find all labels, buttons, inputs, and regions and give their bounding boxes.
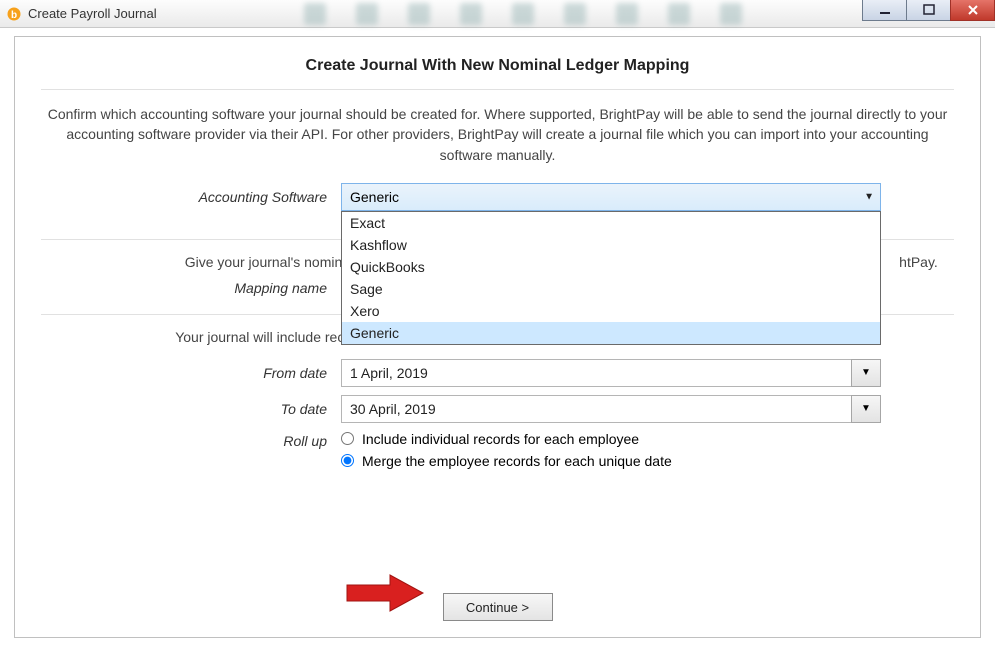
rollup-option-individual[interactable]: Include individual records for each empl…: [341, 431, 881, 447]
titlebar: b Create Payroll Journal: [0, 0, 995, 28]
mapping-text-right: htPay.: [897, 254, 938, 270]
chevron-down-icon: ▼: [861, 367, 871, 378]
continue-button[interactable]: Continue >: [443, 593, 553, 621]
to-date-field[interactable]: 30 April, 2019: [341, 395, 851, 423]
maximize-button[interactable]: [906, 0, 951, 21]
rollup-row: Roll up Include individual records for e…: [41, 431, 954, 475]
button-bar: Continue >: [15, 593, 980, 621]
rollup-label: Roll up: [41, 431, 341, 449]
chevron-down-icon: ▼: [864, 191, 874, 202]
rollup-option-label: Include individual records for each empl…: [362, 431, 639, 447]
dropdown-option[interactable]: Exact: [342, 212, 880, 234]
accounting-software-selected: Generic: [350, 189, 399, 205]
dialog-heading: Create Journal With New Nominal Ledger M…: [41, 57, 954, 75]
rollup-option-label: Merge the employee records for each uniq…: [362, 453, 672, 469]
rollup-radio-merge[interactable]: [341, 454, 354, 467]
accounting-software-dropdown[interactable]: Generic ▼ Exact Kashflow QuickBooks Sage…: [341, 183, 881, 211]
intro-text: Confirm which accounting software your j…: [41, 104, 954, 165]
mapping-name-label: Mapping name: [41, 280, 341, 296]
separator: [41, 89, 954, 90]
mapping-text-left: Give your journal's nominal: [57, 254, 357, 270]
accounting-software-dropdown-list: Exact Kashflow QuickBooks Sage Xero Gene…: [341, 211, 881, 345]
background-toolbar: [180, 0, 865, 28]
dropdown-option[interactable]: Kashflow: [342, 234, 880, 256]
dropdown-option[interactable]: Xero: [342, 300, 880, 322]
dropdown-option[interactable]: QuickBooks: [342, 256, 880, 278]
svg-text:b: b: [11, 10, 17, 21]
to-date-label: To date: [41, 401, 341, 417]
to-date-row: To date 30 April, 2019 ▼: [41, 395, 954, 423]
accounting-software-row: Accounting Software Generic ▼ Exact Kash…: [41, 183, 954, 211]
window-controls: [863, 0, 995, 23]
minimize-button[interactable]: [862, 0, 907, 21]
from-date-label: From date: [41, 365, 341, 381]
rollup-radio-individual[interactable]: [341, 432, 354, 445]
close-button[interactable]: [950, 0, 995, 21]
from-date-row: From date 1 April, 2019 ▼: [41, 359, 954, 387]
chevron-down-icon: ▼: [861, 403, 871, 414]
rollup-option-merge[interactable]: Merge the employee records for each uniq…: [341, 453, 881, 469]
app-icon: b: [6, 6, 22, 22]
dialog-panel: Create Journal With New Nominal Ledger M…: [14, 36, 981, 638]
to-date-dropdown-button[interactable]: ▼: [851, 395, 881, 423]
dropdown-option[interactable]: Sage: [342, 278, 880, 300]
arrow-annotation-icon: [345, 573, 425, 613]
from-date-field[interactable]: 1 April, 2019: [341, 359, 851, 387]
dropdown-option[interactable]: Generic: [342, 322, 880, 344]
from-date-dropdown-button[interactable]: ▼: [851, 359, 881, 387]
window-title: Create Payroll Journal: [28, 6, 157, 21]
accounting-software-label: Accounting Software: [41, 189, 341, 205]
